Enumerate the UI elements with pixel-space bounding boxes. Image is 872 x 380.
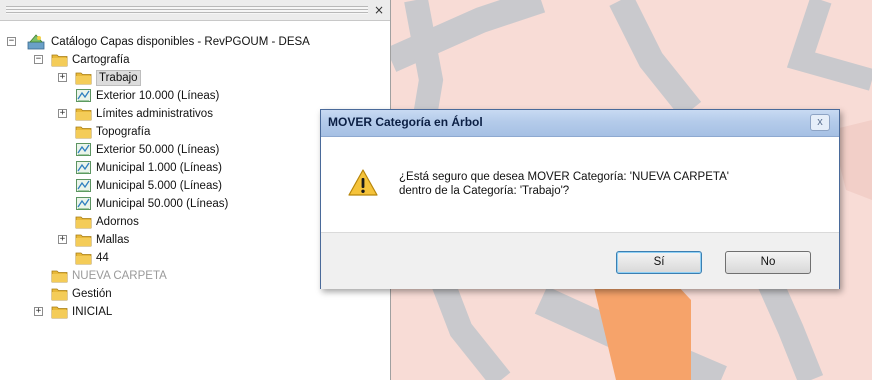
expand-toggle-icon[interactable]: + xyxy=(34,307,43,316)
collapse-toggle-icon[interactable]: − xyxy=(34,55,43,64)
dialog-titlebar[interactable]: MOVER Categoría en Árbol x xyxy=(321,110,839,137)
tree-node-label: Municipal 5.000 (Líneas) xyxy=(96,180,222,192)
folder-icon xyxy=(75,250,92,265)
dialog-close-button[interactable]: x xyxy=(810,114,830,131)
layer-icon xyxy=(75,142,92,157)
tree-node-label: Catálogo Capas disponibles - RevPGOUM - … xyxy=(51,36,310,48)
dialog-title: MOVER Categoría en Árbol xyxy=(328,115,483,129)
collapse-toggle-icon[interactable]: − xyxy=(7,37,16,46)
yes-button[interactable]: Sí xyxy=(616,251,702,274)
folder-icon xyxy=(75,70,92,85)
tree-node-label: Topografía xyxy=(96,126,151,138)
warning-icon xyxy=(347,168,379,198)
tree-node-label: Exterior 50.000 (Líneas) xyxy=(96,144,220,156)
tree-node-label: Municipal 1.000 (Líneas) xyxy=(96,162,222,174)
layer-icon xyxy=(75,88,92,103)
tree-node-label: Gestión xyxy=(72,288,112,300)
tree-node-label: Límites administrativos xyxy=(96,108,213,120)
dialog-message: ¿Está seguro que desea MOVER Categoría: … xyxy=(399,170,819,198)
tree-node-label: 44 xyxy=(96,252,109,264)
no-button[interactable]: No xyxy=(725,251,811,274)
tree-node-label: NUEVA CARPETA xyxy=(72,270,167,282)
tree-node-label: Municipal 50.000 (Líneas) xyxy=(96,198,229,210)
layer-icon xyxy=(75,178,92,193)
close-icon[interactable]: × xyxy=(372,3,386,17)
folder-icon xyxy=(75,214,92,229)
tree-node-root[interactable]: − Catálogo Capas disponibles - RevPGOUM … xyxy=(0,33,390,51)
folder-icon xyxy=(75,232,92,247)
dialog-footer: Sí No xyxy=(321,232,839,289)
tree-node-label: Trabajo xyxy=(96,70,141,86)
tree-node[interactable]: Exterior 10.000 (Líneas) xyxy=(0,87,390,105)
confirm-move-dialog: MOVER Categoría en Árbol x ¿Está seguro … xyxy=(320,109,840,289)
folder-icon xyxy=(51,52,68,67)
tree-node-label: Mallas xyxy=(96,234,130,246)
tree-node[interactable]: + INICIAL xyxy=(0,303,390,321)
tree-node-label: Cartografía xyxy=(72,54,130,66)
folder-icon xyxy=(51,286,68,301)
dialog-message-line: dentro de la Categoría: 'Trabajo'? xyxy=(399,185,570,197)
panel-grip[interactable] xyxy=(6,6,368,14)
folder-icon xyxy=(51,304,68,319)
catalog-icon xyxy=(27,33,45,50)
panel-titlebar[interactable]: × xyxy=(0,0,390,21)
layer-icon xyxy=(75,196,92,211)
tree-node-label: Adornos xyxy=(96,216,139,228)
expand-toggle-icon[interactable]: + xyxy=(58,109,67,118)
folder-icon xyxy=(75,106,92,121)
expand-toggle-icon[interactable]: + xyxy=(58,73,67,82)
tree-node[interactable]: − Cartografía xyxy=(0,51,390,69)
dialog-body: ¿Está seguro que desea MOVER Categoría: … xyxy=(321,137,839,232)
layer-icon xyxy=(75,160,92,175)
folder-icon xyxy=(51,268,68,283)
expand-toggle-icon[interactable]: + xyxy=(58,235,67,244)
dialog-message-line: ¿Está seguro que desea MOVER Categoría: … xyxy=(399,171,729,183)
folder-icon xyxy=(75,124,92,139)
tree-node-label: INICIAL xyxy=(72,306,113,318)
tree-node[interactable]: + Trabajo xyxy=(0,69,390,87)
tree-node-label: Exterior 10.000 (Líneas) xyxy=(96,90,220,102)
